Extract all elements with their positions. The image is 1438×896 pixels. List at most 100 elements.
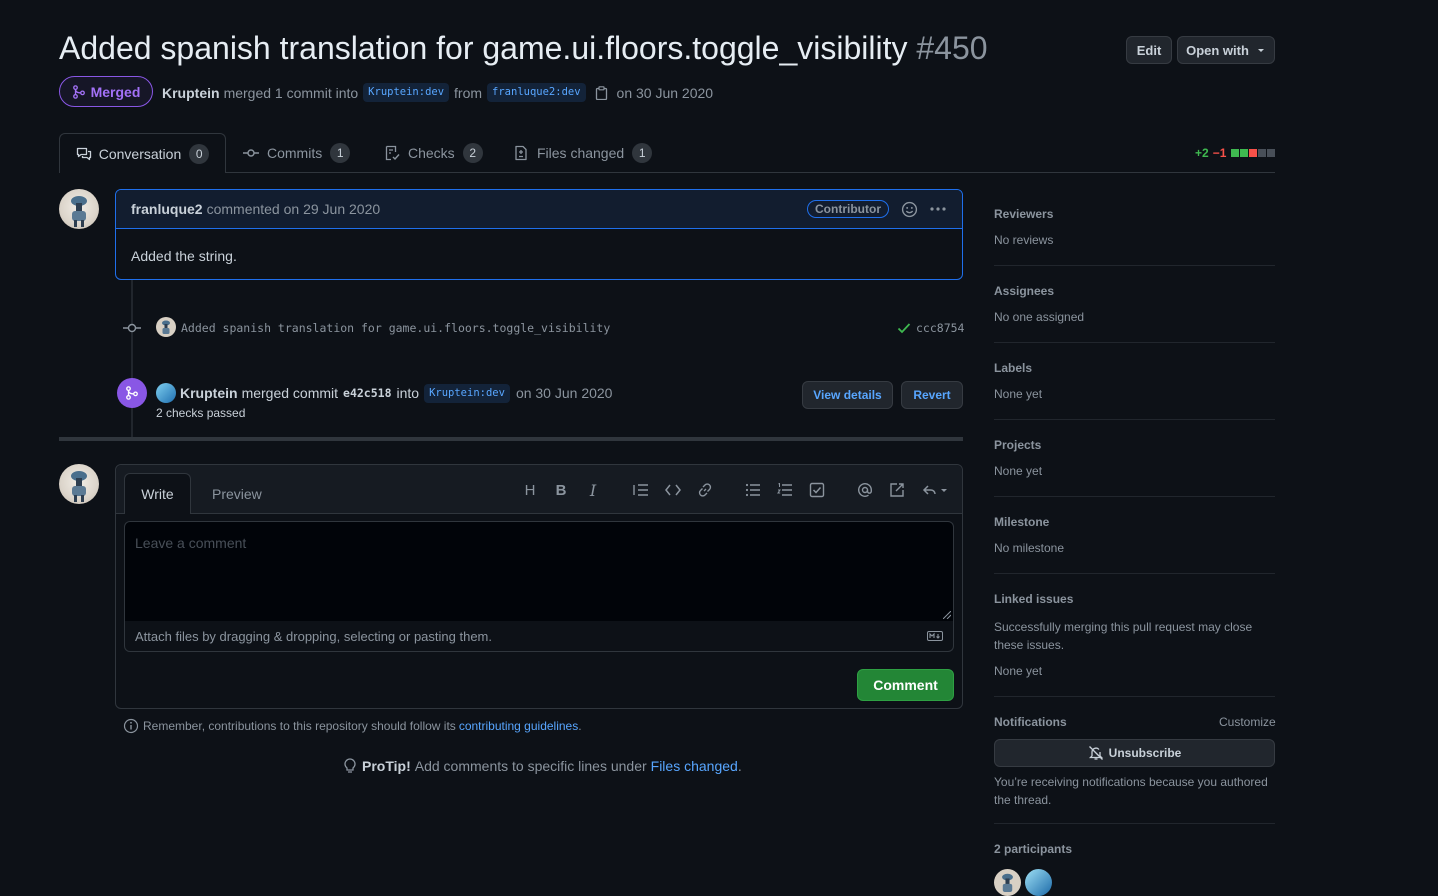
open-with-button[interactable]: Open with [1177,36,1275,64]
comment-submit-button[interactable]: Comment [857,669,954,701]
merge-summary: Kruptein merged 1 commit into Kruptein:d… [162,83,713,102]
tab-checks-count: 2 [462,143,483,163]
comment-header: franluque2 commented on 29 Jun 2020 Cont… [116,190,962,229]
italic-icon[interactable]: I [584,481,602,500]
contributing-text: Remember, contributions to this reposito… [143,719,456,733]
merge-sha[interactable]: e42c518 [343,386,391,400]
comment-box: franluque2 commented on 29 Jun 2020 Cont… [115,189,963,280]
edit-button[interactable]: Edit [1126,36,1172,64]
head-branch[interactable]: franluque2:dev [487,83,586,102]
copy-icon[interactable] [595,85,608,100]
diffstat-bar [1231,149,1276,157]
labels-value: None yet [994,387,1043,401]
contributing-guidelines-link[interactable]: contributing guidelines [459,719,578,733]
tab-conversation[interactable]: Conversation 0 [59,133,226,173]
sidebar-divider [994,496,1275,497]
protip-period: . [737,758,742,774]
base-branch[interactable]: Kruptein:dev [363,83,450,102]
diffstat-deletions: −1 [1212,146,1227,160]
tab-commits-count: 1 [330,143,351,163]
merge-branch[interactable]: Kruptein:dev [424,383,510,403]
comment-body: Added the string. [131,248,237,264]
sidebar-divider [994,573,1275,574]
merger-link[interactable]: Kruptein [162,85,220,101]
check-icon[interactable] [897,322,911,334]
heading-icon[interactable]: H [521,481,539,499]
contributing-period: . [578,719,582,733]
assignees-value: No one assigned [994,310,1085,324]
comment-action: commented on 29 Jun 2020 [206,201,381,217]
file-diff-icon [515,145,527,161]
sidebar-divider [994,419,1275,420]
merged-text: merged 1 commit into [223,84,359,101]
merged-date: on 30 Jun 2020 [616,84,714,101]
write-tab[interactable]: Write [124,473,191,514]
projects-heading[interactable]: Projects [994,438,1041,452]
preview-tab[interactable]: Preview [212,486,262,502]
bold-icon[interactable]: B [552,481,570,499]
avatar[interactable] [59,189,99,229]
participant-avatar[interactable] [1025,869,1052,896]
cross-reference-icon[interactable] [888,481,906,499]
code-icon[interactable] [664,481,682,499]
comment-textarea[interactable]: Leave a comment [124,521,954,622]
comment-discussion-icon [76,147,91,160]
commit-avatar[interactable] [156,317,176,337]
sidebar-divider [994,342,1275,343]
revert-button[interactable]: Revert [901,381,963,409]
protip-label: ProTip! [362,758,411,774]
diffstat-block [1267,149,1276,157]
tab-files-changed-count: 1 [632,143,653,163]
files-changed-link[interactable]: Files changed [651,758,738,774]
bell-slash-icon [1088,746,1103,760]
attach-bar[interactable]: Attach files by dragging & dropping, sel… [124,621,954,652]
notification-reason: You’re receiving notifications because y… [994,775,1268,807]
participant-avatar[interactable] [994,869,1021,896]
merge-action: merged commit [241,385,339,401]
smiley-icon[interactable] [901,201,918,218]
merge-event-text: Kruptein merged commit e42c518 into Krup… [156,383,612,403]
comment-author[interactable]: franluque2 [131,201,203,217]
merge-date: on 30 Jun 2020 [515,385,613,401]
contributor-badge: Contributor [807,200,889,218]
unordered-list-icon[interactable] [744,481,762,499]
mention-icon[interactable] [856,481,874,499]
unsubscribe-button[interactable]: Unsubscribe [994,739,1275,767]
reviewers-heading[interactable]: Reviewers [994,207,1053,221]
resize-handle-icon[interactable] [943,611,951,619]
commit-status: ccc8754 [897,321,964,335]
tasklist-icon[interactable] [808,481,826,499]
commit-sha[interactable]: ccc8754 [916,321,964,335]
kebab-horizontal-icon[interactable] [929,206,947,212]
milestone-heading[interactable]: Milestone [994,515,1049,529]
tab-files-changed-label: Files changed [537,145,625,161]
view-details-label: View details [813,388,882,402]
tab-checks[interactable]: Checks 2 [384,134,483,172]
avatar-figure-icon [71,471,87,502]
link-icon[interactable] [696,481,714,499]
linked-issues-heading[interactable]: Linked issues [994,592,1073,606]
ordered-list-icon[interactable] [776,481,794,499]
labels-heading[interactable]: Labels [994,361,1032,375]
quote-icon[interactable] [632,481,650,499]
avatar[interactable] [59,464,99,504]
commit-message[interactable]: Added spanish translation for game.ui.fl… [181,321,610,335]
tab-conversation-count: 0 [189,143,210,164]
tab-commits[interactable]: Commits 1 [243,134,351,172]
checks-passed[interactable]: 2 checks passed [156,406,245,420]
avatar-figure-icon [162,320,170,334]
merge-actor[interactable]: Kruptein [180,385,238,401]
tab-files-changed[interactable]: Files changed 1 [513,134,653,172]
saved-replies-icon[interactable] [922,481,952,499]
pr-title-text: Added spanish translation for game.ui.fl… [59,30,908,66]
merger-avatar[interactable] [156,383,176,403]
revert-label: Revert [913,388,951,402]
from-text: from [454,84,483,101]
merge-into: into [396,385,420,401]
assignees-heading[interactable]: Assignees [994,284,1054,298]
view-details-button[interactable]: View details [802,381,893,409]
markdown-icon[interactable] [927,631,943,641]
customize-link[interactable]: Customize [1219,715,1276,729]
tab-commits-label: Commits [267,145,323,161]
open-with-label: Open with [1186,42,1249,58]
